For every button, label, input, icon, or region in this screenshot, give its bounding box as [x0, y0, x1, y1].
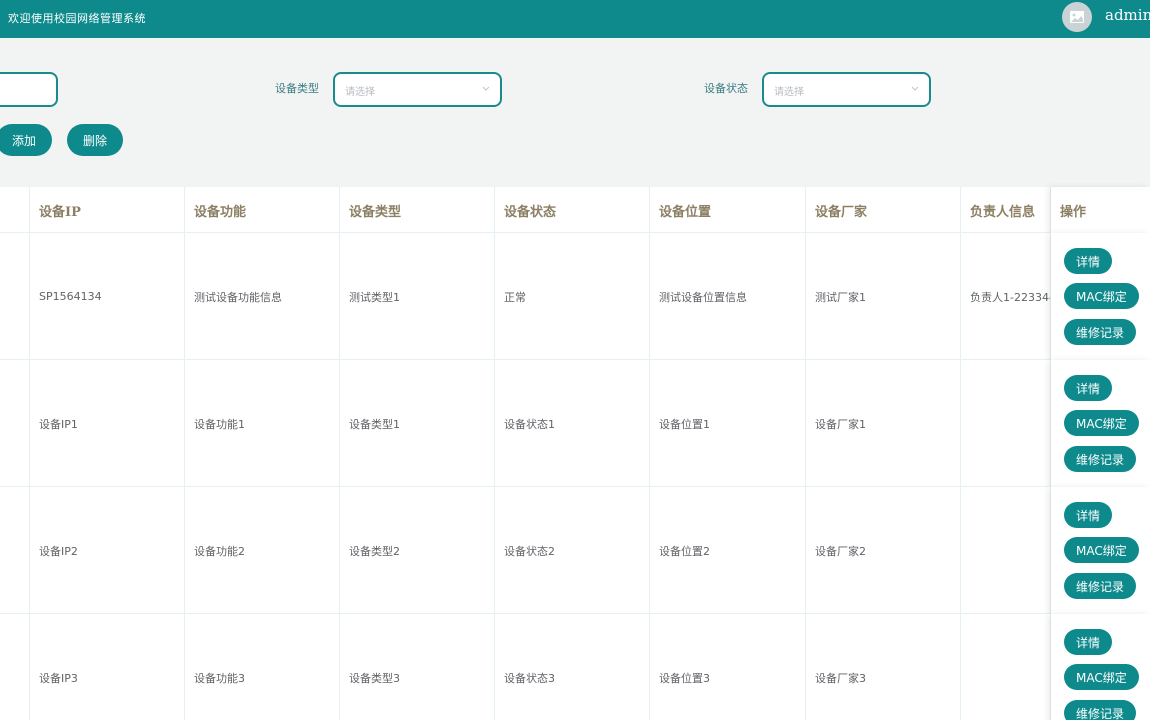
cell-select — [0, 614, 30, 720]
search-input[interactable] — [0, 72, 58, 107]
repair-record-button[interactable]: 维修记录 — [1064, 319, 1137, 345]
cell-owner — [961, 614, 1051, 720]
cell-ip: 设备IP2 — [30, 487, 185, 614]
detail-button[interactable]: 详情 — [1064, 502, 1113, 528]
mac-bind-button[interactable]: MAC绑定 — [1064, 410, 1139, 436]
mac-bind-button[interactable]: MAC绑定 — [1064, 283, 1139, 309]
cell-function: 设备功能3 — [185, 614, 340, 720]
column-header-owner: 负责人信息 — [961, 187, 1051, 233]
cell-status: 设备状态3 — [495, 614, 650, 720]
detail-button[interactable]: 详情 — [1064, 248, 1113, 274]
delete-button[interactable]: 删除 — [67, 124, 123, 156]
cell-owner — [961, 360, 1051, 487]
top-bar: 欢迎使用校园网络管理系统 admin — [0, 0, 1150, 38]
column-header-actions: 操作 — [1060, 204, 1087, 220]
actions-cell: 详情 MAC绑定维修记录 — [1051, 360, 1150, 487]
table-row: 设备IP2 设备功能2 设备类型2 设备状态2 设备位置2 设备厂家2 详情 MAC绑定维修记… — [0, 487, 1150, 614]
device-status-label: 设备状态 — [704, 82, 748, 95]
device-status-select[interactable]: 请选择 — [762, 72, 931, 107]
cell-select — [0, 360, 30, 487]
cell-function: 设备功能1 — [185, 360, 340, 487]
table-header: 设备IP 设备功能 设备类型 设备状态 设备位置 设备厂家 负责人信息 操作 — [0, 187, 1150, 233]
chevron-down-icon — [482, 86, 490, 91]
column-header-vendor: 设备厂家 — [806, 187, 961, 233]
table-row: 设备IP3 设备功能3 设备类型3 设备状态3 设备位置3 设备厂家3 详情 MAC绑定维修记… — [0, 614, 1150, 720]
column-header-ip: 设备IP — [30, 187, 185, 233]
actions-cell: 详情 MAC绑定维修记录 — [1051, 487, 1150, 614]
avatar[interactable] — [1062, 2, 1092, 32]
ops-header-cell: 操作 — [1051, 187, 1150, 233]
column-header-status: 设备状态 — [495, 187, 650, 233]
cell-select — [0, 233, 30, 360]
cell-ip: 设备IP3 — [30, 614, 185, 720]
cell-type: 设备类型2 — [340, 487, 495, 614]
device-type-select[interactable]: 请选择 — [333, 72, 502, 107]
table-row: SP1564134 测试设备功能信息 测试类型1 正常 测试设备位置信息 测试厂家1 负责人… — [0, 233, 1150, 360]
cell-type: 设备类型1 — [340, 360, 495, 487]
cell-select — [0, 487, 30, 614]
device-type-placeholder: 请选择 — [345, 87, 375, 98]
cell-vendor: 设备厂家3 — [806, 614, 961, 720]
image-icon — [1070, 11, 1084, 23]
cell-type: 设备类型3 — [340, 614, 495, 720]
cell-location: 设备位置3 — [650, 614, 806, 720]
device-status-placeholder: 请选择 — [774, 87, 804, 98]
cell-location: 测试设备位置信息 — [650, 233, 806, 360]
cell-status: 设备状态2 — [495, 487, 650, 614]
app-title: 欢迎使用校园网络管理系统 — [8, 12, 146, 25]
username[interactable]: admin — [1105, 6, 1150, 24]
cell-status: 正常 — [495, 233, 650, 360]
cell-function: 设备功能2 — [185, 487, 340, 614]
cell-ip: 设备IP1 — [30, 360, 185, 487]
table-row: 设备IP1 设备功能1 设备类型1 设备状态1 设备位置1 设备厂家1 详情 MAC绑定维修记… — [0, 360, 1150, 487]
repair-record-button[interactable]: 维修记录 — [1064, 700, 1137, 720]
column-header-function: 设备功能 — [185, 187, 340, 233]
repair-record-button[interactable]: 维修记录 — [1064, 573, 1137, 599]
column-header-location: 设备位置 — [650, 187, 806, 233]
cell-type: 测试类型1 — [340, 233, 495, 360]
device-type-label: 设备类型 — [275, 82, 319, 95]
cell-function: 测试设备功能信息 — [185, 233, 340, 360]
cell-vendor: 设备厂家2 — [806, 487, 961, 614]
add-button[interactable]: 添加 — [0, 124, 52, 156]
column-header-type: 设备类型 — [340, 187, 495, 233]
chevron-down-icon — [911, 86, 919, 91]
cell-location: 设备位置1 — [650, 360, 806, 487]
checkbox-column-header — [0, 187, 30, 233]
cell-owner — [961, 487, 1051, 614]
cell-ip: SP1564134 — [30, 233, 185, 360]
cell-vendor: 设备厂家1 — [806, 360, 961, 487]
detail-button[interactable]: 详情 — [1064, 375, 1113, 401]
mac-bind-button[interactable]: MAC绑定 — [1064, 664, 1139, 690]
cell-vendor: 测试厂家1 — [806, 233, 961, 360]
cell-owner: 负责人1-2233445 — [961, 233, 1051, 360]
actions-cell: 详情 MAC绑定维修记录 — [1051, 233, 1150, 360]
cell-status: 设备状态1 — [495, 360, 650, 487]
mac-bind-button[interactable]: MAC绑定 — [1064, 537, 1139, 563]
actions-cell: 详情 MAC绑定维修记录 — [1051, 614, 1150, 720]
detail-button[interactable]: 详情 — [1064, 629, 1113, 655]
cell-location: 设备位置2 — [650, 487, 806, 614]
repair-record-button[interactable]: 维修记录 — [1064, 446, 1137, 472]
